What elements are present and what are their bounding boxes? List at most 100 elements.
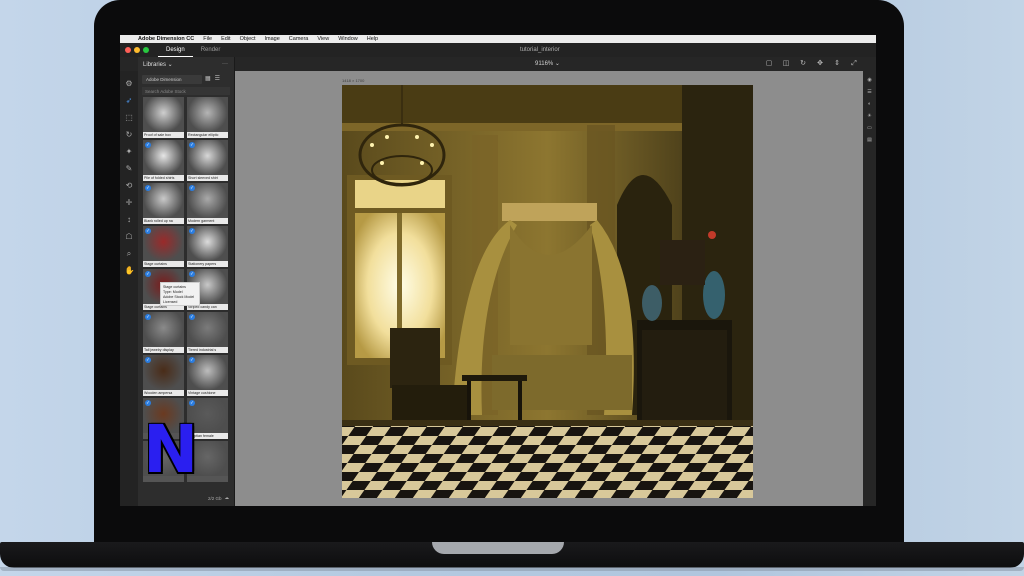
hand-tool-icon[interactable]: ✋ <box>125 266 135 275</box>
layers-icon[interactable]: ☰ <box>867 89 873 95</box>
storage-usage: 2/2 Gb <box>207 495 222 501</box>
window-controls <box>120 47 158 53</box>
check-icon: ✓ <box>189 142 195 148</box>
interior-scene-image <box>342 85 753 498</box>
library-search-placeholder: Search Adobe Stock <box>145 88 186 94</box>
menu-camera[interactable]: Camera <box>289 36 309 42</box>
library-asset[interactable]: ✓ Vintage cushione <box>187 355 228 396</box>
close-window-button[interactable] <box>125 47 131 53</box>
library-dropdown[interactable]: Adobe Dimension ▦ ☰ <box>142 75 220 84</box>
menu-view[interactable]: View <box>317 36 329 42</box>
libraries-header: Libraries ⌄ ··· <box>138 57 234 71</box>
app-name[interactable]: Adobe Dimension CC <box>138 36 194 42</box>
library-asset[interactable]: ✓ Short sleeved shirt <box>187 140 228 181</box>
laptop-screen: Adobe Dimension CC File Edit Object Imag… <box>120 35 876 506</box>
check-icon: ✓ <box>145 185 151 191</box>
menu-edit[interactable]: Edit <box>221 36 230 42</box>
library-search-input[interactable]: Search Adobe Stock <box>142 87 230 95</box>
check-icon: ✓ <box>145 271 151 277</box>
asset-label: Wooden ampersa <box>143 390 184 396</box>
select-tool-icon[interactable]: ➶ <box>125 96 134 105</box>
channel-logo: N <box>143 411 199 488</box>
check-icon: ✓ <box>189 228 195 234</box>
library-asset[interactable]: ✓ Blank rolled up na <box>143 183 184 224</box>
library-asset[interactable]: Rectangular elliptic <box>187 97 228 138</box>
menu-window[interactable]: Window <box>338 36 358 42</box>
view-toggle: ▦ ☰ <box>205 75 220 82</box>
tooltip-line: Licensed <box>163 300 178 304</box>
asset-label: Proof of sale box <box>143 132 184 138</box>
check-icon: ✓ <box>145 142 151 148</box>
menu-help[interactable]: Help <box>367 36 378 42</box>
asset-thumbnail <box>143 97 184 132</box>
asset-label: Tall jewelry display <box>143 347 184 353</box>
zoom-tool-icon[interactable]: ⌕ <box>125 249 134 258</box>
tab-design[interactable]: Design <box>158 43 193 57</box>
materials-icon[interactable]: ◐ <box>867 101 873 107</box>
camera-bookmark-icon[interactable]: ▢ <box>765 60 773 68</box>
orbit-tool-icon[interactable]: ↻ <box>125 130 134 139</box>
check-icon: ✓ <box>189 271 195 277</box>
library-asset[interactable]: ✓ Modern garment <box>187 183 228 224</box>
menu-image[interactable]: Image <box>265 36 280 42</box>
grid-view-icon[interactable]: ▦ <box>205 75 211 82</box>
asset-label: Rectangular elliptic <box>187 132 228 138</box>
check-icon: ✓ <box>189 357 195 363</box>
library-asset[interactable]: ✓ Pile of folded shirts <box>143 140 184 181</box>
settings-icon[interactable]: ⚙ <box>125 79 134 88</box>
library-asset[interactable]: ✓ Stage curtains <box>143 226 184 267</box>
toolbar-actions: ▢ ◫ ↻ ✥ ⇕ ⤢ <box>765 60 858 68</box>
list-view-icon[interactable]: ☰ <box>215 75 220 82</box>
dolly-icon[interactable]: ⇕ <box>833 60 841 68</box>
marquee-tool-icon[interactable]: ⬚ <box>125 113 134 122</box>
orbit-icon[interactable]: ↻ <box>799 60 807 68</box>
asset-tooltip: Stage curtains Type: Model Adobe Stock M… <box>160 282 200 306</box>
check-icon: ✓ <box>145 357 151 363</box>
lights-icon[interactable]: ☀ <box>867 113 873 119</box>
properties-strip: ◉ ☰ ◐ ☀ ▭ ▤ <box>863 71 876 506</box>
menu-object[interactable]: Object <box>240 36 256 42</box>
fullscreen-icon[interactable]: ⤢ <box>850 60 858 68</box>
canvas-size-label: 1418 × 1700 <box>342 78 365 83</box>
library-asset[interactable]: ✓ Wooden ampersa <box>143 355 184 396</box>
pan-icon[interactable]: ✥ <box>816 60 824 68</box>
asset-label: Modern garment <box>187 218 228 224</box>
library-dropdown-value: Adobe Dimension <box>146 77 182 82</box>
check-icon: ✓ <box>145 314 151 320</box>
library-asset[interactable]: ✓ Tall jewelry display <box>143 312 184 353</box>
dolly-tool-icon[interactable]: ↕ <box>125 215 134 224</box>
asset-label: Stationery papers <box>187 261 228 267</box>
camera-icon[interactable]: ▭ <box>867 125 873 131</box>
properties-icon[interactable]: ◉ <box>867 77 873 83</box>
eyedropper-icon[interactable]: ✎ <box>125 164 134 173</box>
check-icon: ✓ <box>145 228 151 234</box>
move-tool-icon[interactable]: ✛ <box>125 198 134 207</box>
magic-wand-icon[interactable]: ✦ <box>125 147 134 156</box>
library-asset[interactable]: ✓ Tiered industrial s <box>187 312 228 353</box>
panel-menu-icon[interactable]: ··· <box>222 61 228 67</box>
environment-icon[interactable]: ▤ <box>867 137 873 143</box>
check-icon: ✓ <box>189 400 195 406</box>
asset-label: Short sleeved shirt <box>187 175 228 181</box>
libraries-footer: 2/2 Gb ☁ <box>143 494 229 502</box>
asset-label: Vintage cushione <box>187 390 228 396</box>
tab-render[interactable]: Render <box>193 43 229 57</box>
asset-label: Tiered industrial s <box>187 347 228 353</box>
camera-tool-icon[interactable]: ☖ <box>125 232 134 241</box>
zoom-dropdown[interactable]: 9116% ⌄ <box>535 60 560 67</box>
maximize-window-button[interactable] <box>143 47 149 53</box>
scene-render[interactable] <box>342 85 753 498</box>
rotate-tool-icon[interactable]: ⟲ <box>125 181 134 190</box>
cloud-sync-icon: ☁ <box>224 495 230 500</box>
laptop-notch <box>432 542 564 554</box>
canvas-viewport[interactable]: 1418 × 1700 <box>235 71 863 506</box>
check-icon: ✓ <box>145 400 151 406</box>
check-icon: ✓ <box>189 185 195 191</box>
minimize-window-button[interactable] <box>134 47 140 53</box>
libraries-title[interactable]: Libraries ⌄ <box>143 61 173 68</box>
menu-file[interactable]: File <box>203 36 212 42</box>
frame-icon[interactable]: ◫ <box>782 60 790 68</box>
library-asset[interactable]: Proof of sale box <box>143 97 184 138</box>
window-titlebar: Design Render tutorial_interior <box>120 43 876 57</box>
library-asset[interactable]: ✓ Stationery papers <box>187 226 228 267</box>
